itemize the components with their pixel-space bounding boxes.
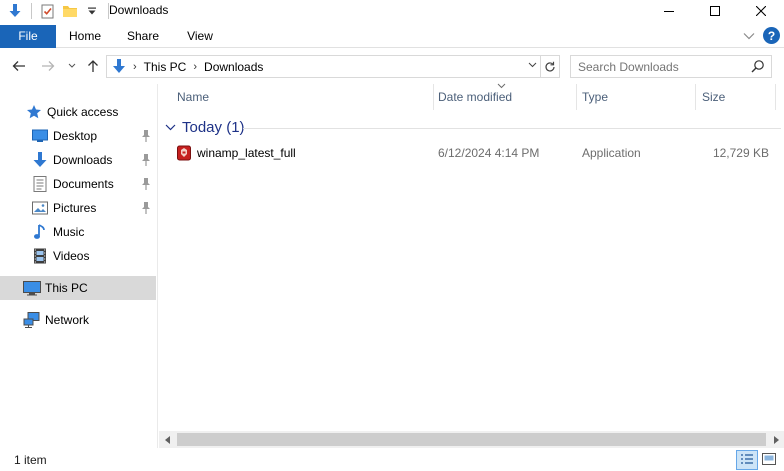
sidebar-item-label: Quick access xyxy=(47,105,119,119)
desktop-icon xyxy=(31,127,49,145)
computer-icon xyxy=(23,279,41,297)
sidebar-item-downloads[interactable]: Downloads xyxy=(0,148,156,172)
pictures-icon xyxy=(31,199,49,217)
scroll-left-arrow-icon[interactable] xyxy=(159,431,176,448)
refresh-button[interactable] xyxy=(540,56,559,77)
address-bar[interactable]: › This PC › Downloads xyxy=(106,55,560,78)
star-icon xyxy=(25,103,43,121)
sidebar-item-quick-access[interactable]: Quick access xyxy=(0,100,156,124)
close-button[interactable] xyxy=(738,0,784,22)
search-box[interactable] xyxy=(570,55,772,78)
sidebar-item-music[interactable]: Music xyxy=(0,220,156,244)
recent-locations-chevron-icon[interactable] xyxy=(63,57,81,75)
navigation-pane: Quick access Desktop Downloads Documents xyxy=(0,84,158,450)
sidebar-item-network[interactable]: Network xyxy=(0,308,156,332)
group-divider xyxy=(243,128,781,129)
sidebar-item-desktop[interactable]: Desktop xyxy=(0,124,156,148)
pin-icon[interactable] xyxy=(140,129,152,143)
back-button[interactable] xyxy=(10,57,28,75)
navigation-bar: › This PC › Downloads xyxy=(0,52,784,80)
customize-toolbar-dropdown-icon[interactable] xyxy=(83,2,101,20)
pin-icon[interactable] xyxy=(140,177,152,191)
documents-icon xyxy=(31,175,49,193)
film-icon xyxy=(31,247,49,265)
address-history-dropdown-icon[interactable] xyxy=(528,60,537,71)
tab-file[interactable]: File xyxy=(0,25,56,48)
item-count: 1 item xyxy=(14,453,47,467)
toolbar-divider xyxy=(31,3,32,19)
minimize-button[interactable] xyxy=(646,0,692,22)
horizontal-scrollbar[interactable] xyxy=(159,431,784,448)
breadcrumb-this-pc[interactable]: This PC xyxy=(144,60,187,74)
pin-icon[interactable] xyxy=(140,153,152,167)
details-view-icon xyxy=(740,453,754,468)
download-arrow-icon xyxy=(31,151,49,169)
large-icons-view-button[interactable] xyxy=(758,450,780,470)
large-icons-view-icon xyxy=(762,452,776,468)
group-header-today[interactable]: Today (1) xyxy=(165,119,245,136)
sidebar-item-videos[interactable]: Videos xyxy=(0,244,156,268)
scrollbar-thumb[interactable] xyxy=(177,433,766,446)
file-size: 12,729 KB xyxy=(712,146,769,160)
column-divider[interactable] xyxy=(775,84,776,110)
breadcrumb-separator-icon[interactable]: › xyxy=(193,61,197,73)
up-button[interactable] xyxy=(84,57,102,75)
ribbon-tabs: File Home Share View ? xyxy=(0,25,784,48)
maximize-button[interactable] xyxy=(692,0,738,22)
sidebar-item-label: This PC xyxy=(45,281,88,295)
sidebar-item-label: Downloads xyxy=(53,153,113,167)
new-folder-icon[interactable] xyxy=(61,2,79,20)
network-icon xyxy=(23,311,41,329)
sidebar-item-documents[interactable]: Documents xyxy=(0,172,156,196)
file-name-cell[interactable]: winamp_latest_full xyxy=(177,142,296,164)
search-input[interactable] xyxy=(571,56,741,77)
tab-view[interactable]: View xyxy=(176,25,224,48)
quick-access-toolbar xyxy=(6,2,112,20)
sidebar-item-pictures[interactable]: Pictures xyxy=(0,196,156,220)
status-bar: 1 item xyxy=(0,448,784,471)
file-date-modified: 6/12/2024 4:14 PM xyxy=(438,146,540,160)
file-list: Name Date modified Type Size Today (1) w… xyxy=(159,81,784,431)
download-arrow-icon xyxy=(6,2,24,20)
window-title: Downloads xyxy=(109,3,169,17)
column-header-type[interactable]: Type xyxy=(564,84,682,110)
pin-icon[interactable] xyxy=(140,201,152,215)
breadcrumb-separator-icon[interactable]: › xyxy=(133,61,137,73)
forward-button[interactable] xyxy=(39,57,57,75)
sidebar-item-label: Desktop xyxy=(53,129,98,143)
sort-chevron-icon xyxy=(497,81,506,91)
file-type: Application xyxy=(582,146,641,160)
details-view-button[interactable] xyxy=(736,450,758,470)
tab-home[interactable]: Home xyxy=(61,25,109,48)
music-note-icon xyxy=(31,223,49,241)
column-header-size[interactable]: Size xyxy=(684,84,776,110)
table-row[interactable]: winamp_latest_full 6/12/2024 4:14 PM App… xyxy=(159,142,779,164)
sidebar-item-label: Documents xyxy=(53,177,114,191)
file-name: winamp_latest_full xyxy=(197,146,296,160)
download-arrow-icon xyxy=(112,59,126,74)
breadcrumb-downloads[interactable]: Downloads xyxy=(204,60,263,74)
sidebar-item-label: Videos xyxy=(53,249,90,263)
column-header-name[interactable]: Name xyxy=(159,84,434,110)
sidebar-item-label: Network xyxy=(45,313,90,327)
sidebar-item-label: Music xyxy=(53,225,85,239)
title-bar: Downloads xyxy=(0,0,784,22)
collapse-chevron-icon[interactable] xyxy=(165,122,176,134)
search-icon[interactable] xyxy=(751,59,765,73)
sidebar-item-label: Pictures xyxy=(53,201,97,215)
winamp-app-icon xyxy=(177,145,191,161)
scroll-right-arrow-icon[interactable] xyxy=(767,431,784,448)
properties-icon[interactable] xyxy=(39,2,57,20)
expand-ribbon-chevron-icon[interactable] xyxy=(743,29,755,43)
tab-share[interactable]: Share xyxy=(119,25,167,48)
sidebar-item-this-pc[interactable]: This PC xyxy=(0,276,156,300)
help-icon[interactable]: ? xyxy=(763,27,780,44)
group-header-label: Today (1) xyxy=(182,119,245,136)
